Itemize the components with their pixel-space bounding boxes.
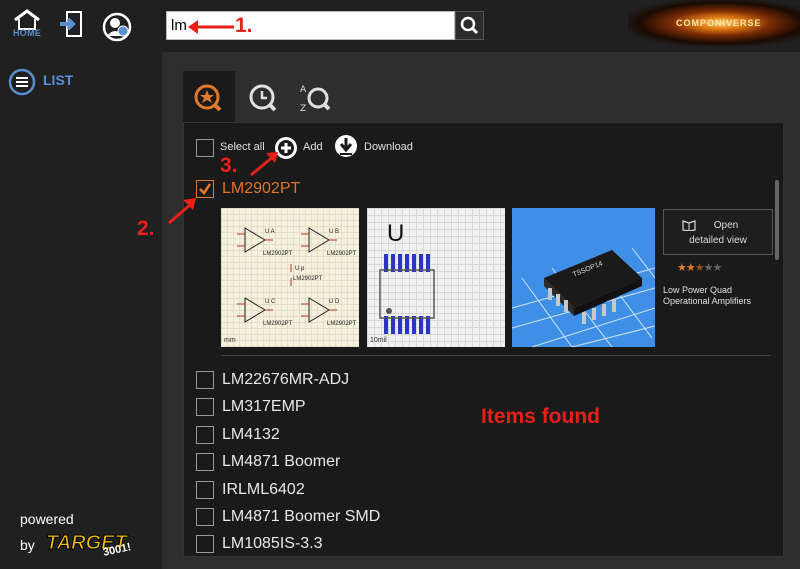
tab-favorites[interactable]: [183, 71, 235, 123]
open-label-line2: detailed view: [689, 235, 747, 246]
annotation-step-2: 2.: [137, 217, 155, 240]
list-button[interactable]: [8, 68, 36, 96]
by-label: by: [20, 537, 35, 553]
list-label[interactable]: LIST: [43, 72, 73, 88]
part-name[interactable]: LM22676MR-ADJ: [222, 371, 349, 389]
items-found-annotation: Items found: [481, 405, 600, 428]
symbol-unit-b-label: U B: [329, 229, 340, 235]
search-button[interactable]: [455, 11, 484, 40]
3d-package-drawing: [511, 247, 656, 348]
footprint-ref-label: U: [387, 220, 405, 247]
symbol-unit-c-part: LM2902PT: [263, 321, 293, 327]
open-label-line1: Open: [713, 220, 739, 231]
search-icon: [460, 16, 479, 35]
rating-stars: ★★★★★: [677, 261, 723, 274]
symbol-unit-a-label: U A: [265, 229, 275, 235]
divider: [221, 355, 771, 356]
user-settings-button[interactable]: [102, 12, 132, 42]
symbol-unit-d-label: U D: [329, 299, 340, 305]
history-search-icon: [249, 84, 277, 112]
login-button[interactable]: [58, 10, 84, 38]
part-checkbox[interactable]: [196, 453, 214, 471]
part-name[interactable]: LM4132: [222, 426, 280, 444]
3d-model-preview[interactable]: TSSOP14: [511, 208, 656, 348]
tab-history[interactable]: [237, 71, 289, 123]
list-icon: [8, 68, 36, 96]
az-search-icon: A Z: [300, 85, 331, 114]
annotation-arrow-2: [168, 198, 196, 225]
footprint-preview[interactable]: U 10mil: [367, 208, 505, 347]
part-checkbox[interactable]: [196, 535, 214, 553]
select-all-checkbox[interactable]: [196, 139, 214, 157]
download-icon: [335, 135, 357, 157]
part-checkbox[interactable]: [196, 398, 214, 416]
annotation-arrow-1: [188, 20, 234, 34]
annotation-arrow-3: [250, 152, 278, 177]
user-settings-icon: [102, 12, 132, 42]
part-name[interactable]: LM4871 Boomer: [222, 453, 340, 471]
symbol-unit-d-part: LM2902PT: [327, 321, 357, 327]
annotation-step-1: 1.: [235, 14, 253, 37]
componiverse-logo-text: COMPONIVERSE: [676, 18, 762, 28]
part-description: Low Power Quad Operational Amplifiers: [663, 285, 752, 306]
star-empty-icon: ★★: [703, 262, 723, 274]
checkmark-icon: [199, 183, 212, 195]
part-checkbox[interactable]: [196, 371, 214, 389]
add-label[interactable]: Add: [303, 141, 323, 153]
selected-part-name[interactable]: LM2902PT: [222, 180, 300, 198]
svg-text:A: A: [300, 85, 307, 95]
sidebar: [0, 52, 163, 569]
login-icon: [60, 11, 82, 37]
download-label[interactable]: Download: [364, 141, 413, 153]
search-input-value: lm: [171, 17, 187, 34]
annotation-step-3: 3.: [220, 154, 238, 177]
part-name[interactable]: LM4871 Boomer SMD: [222, 508, 380, 526]
symbol-unit-c-label: U C: [265, 299, 276, 305]
star-full-icon: ★★: [677, 262, 696, 274]
symbol-power-part: LM2902PT: [293, 276, 323, 282]
book-icon: [682, 220, 696, 231]
footprint-scale-label: 10mil: [370, 337, 387, 344]
schematic-symbol-preview[interactable]: U A LM2902PT U B LM2902PT U p LM2902PT U…: [221, 208, 359, 347]
home-label[interactable]: HOME: [13, 28, 41, 38]
symbol-unit-b-part: LM2902PT: [327, 251, 357, 257]
powered-label: powered: [20, 511, 74, 527]
part-name[interactable]: LM317EMP: [222, 398, 306, 416]
part-name[interactable]: IRLML6402: [222, 481, 305, 499]
download-button[interactable]: [334, 134, 358, 160]
symbol-power-unit-label: U p: [295, 266, 305, 272]
part-name[interactable]: LM1085IS-3.3: [222, 535, 323, 553]
star-half-icon: ★: [694, 262, 705, 274]
favorites-search-icon: [194, 84, 222, 112]
part-checkbox[interactable]: [196, 481, 214, 499]
part-checkbox[interactable]: [196, 508, 214, 526]
open-detailed-view-button[interactable]: Open detailed view: [663, 209, 773, 255]
tab-az[interactable]: A Z: [291, 71, 343, 123]
part-checkbox[interactable]: [196, 426, 214, 444]
results-scrollbar[interactable]: [775, 180, 779, 260]
symbol-scale-label: mm: [224, 337, 236, 344]
symbol-unit-a-part: LM2902PT: [263, 251, 293, 257]
svg-text:Z: Z: [300, 104, 306, 114]
